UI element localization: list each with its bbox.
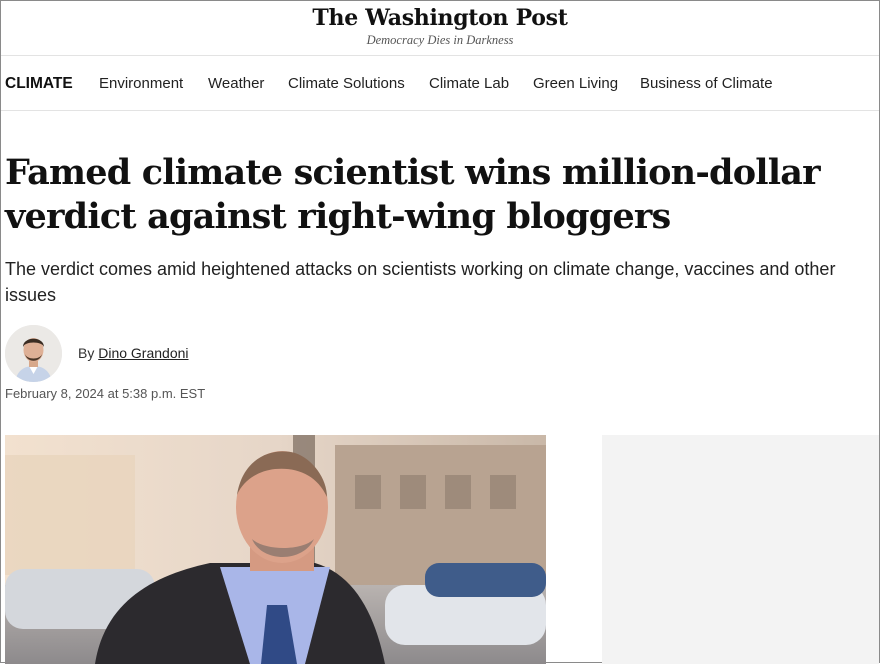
byline-prefix: By	[78, 345, 95, 361]
article-lead-photo[interactable]	[5, 435, 546, 664]
publish-date: February 8, 2024 at 5:38 p.m. EST	[5, 386, 206, 401]
washington-post-logo[interactable]: The Washington Post	[1, 5, 879, 31]
nav-item-business-of-climate[interactable]: Business of Climate	[640, 75, 773, 92]
section-nav: CLIMATE Environment Weather Climate Solu…	[1, 56, 879, 111]
masthead: The Washington Post Democracy Dies in Da…	[1, 1, 879, 56]
nav-item-climate-solutions[interactable]: Climate Solutions	[288, 75, 405, 92]
article-dek: The verdict comes amid heightened attack…	[5, 259, 836, 305]
masthead-tagline: Democracy Dies in Darkness	[366, 33, 514, 47]
nav-section-climate[interactable]: CLIMATE	[5, 75, 73, 93]
author-avatar[interactable]	[5, 325, 62, 382]
byline: By Dino Grandoni	[78, 345, 189, 361]
nav-item-climate-lab[interactable]: Climate Lab	[429, 75, 509, 92]
nav-item-environment[interactable]: Environment	[99, 75, 183, 92]
author-portrait-icon	[5, 325, 62, 382]
article-headline: Famed climate scientist wins million-dol…	[5, 152, 821, 237]
ad-placeholder	[602, 435, 879, 664]
nav-item-green-living[interactable]: Green Living	[533, 75, 618, 92]
lead-photo-image	[5, 435, 546, 664]
author-link[interactable]: Dino Grandoni	[98, 345, 188, 361]
nav-item-weather[interactable]: Weather	[208, 75, 264, 92]
